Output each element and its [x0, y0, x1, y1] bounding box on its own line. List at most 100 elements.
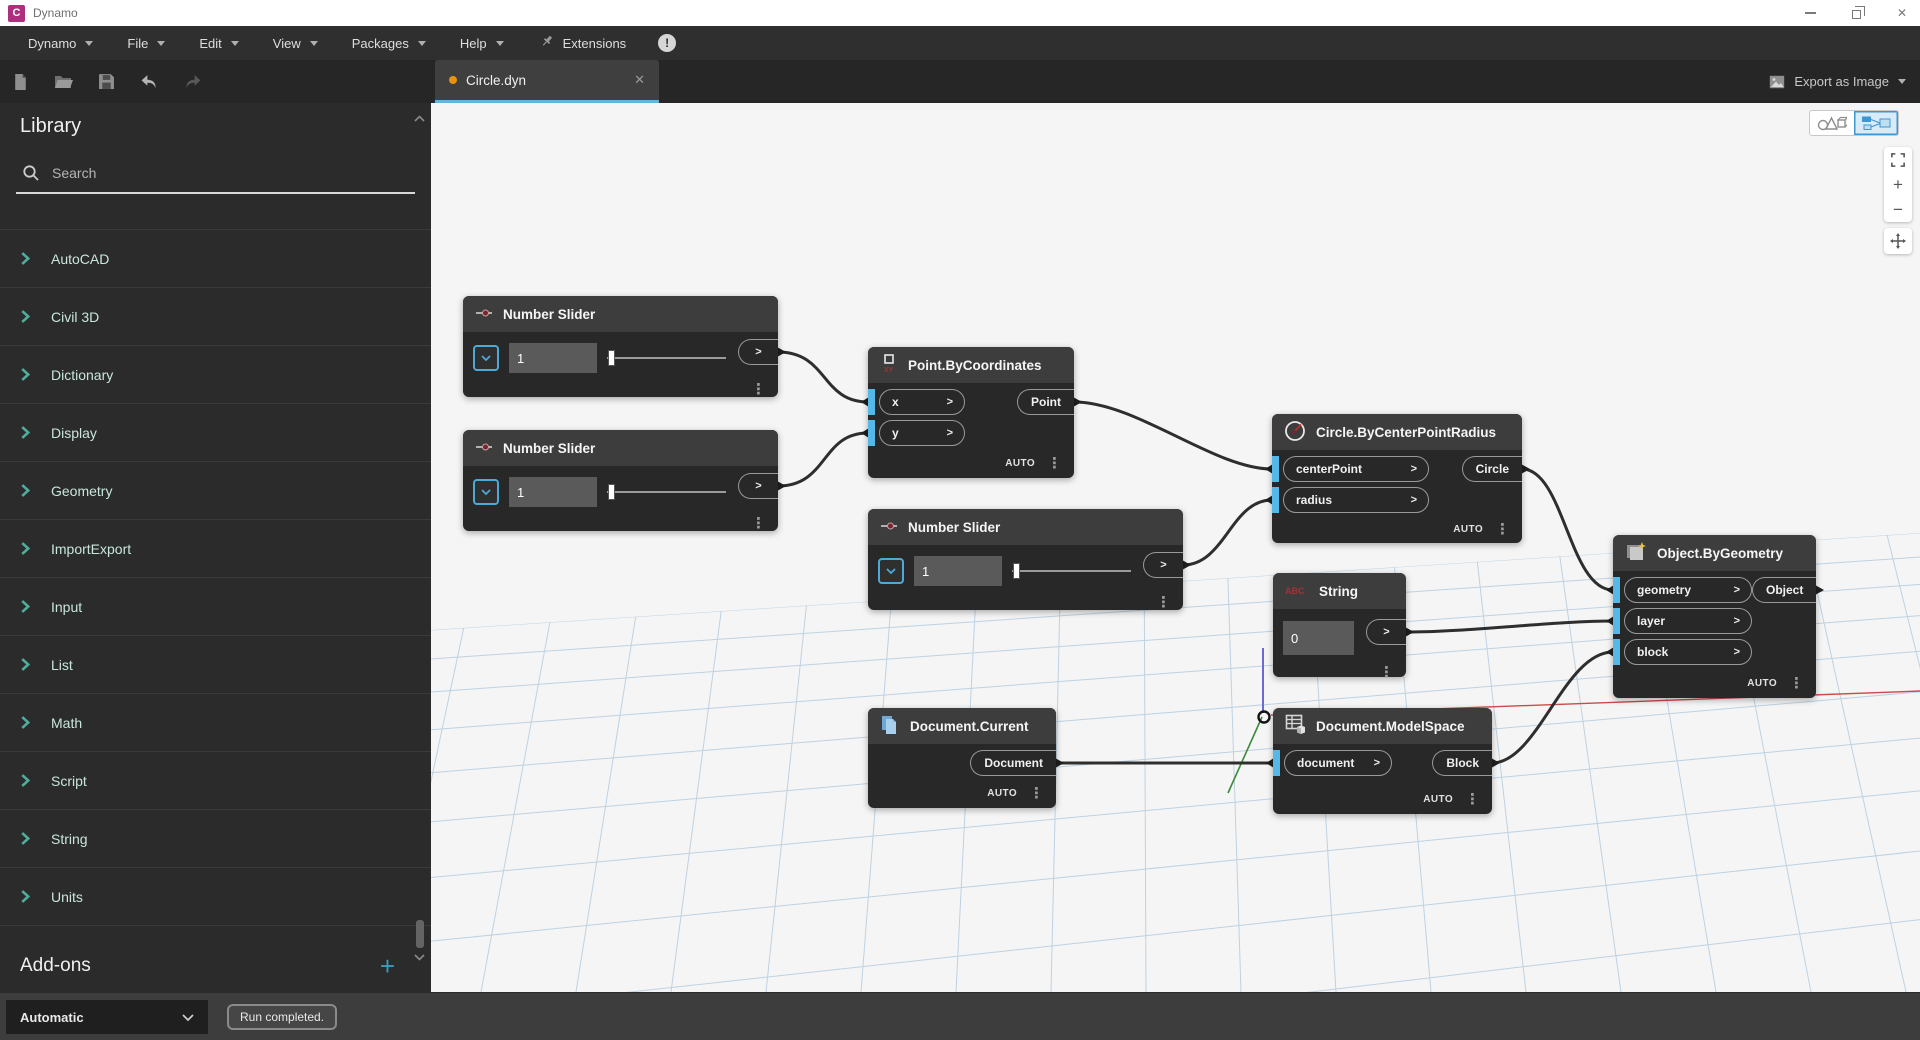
sidebar-item-dictionary[interactable]: Dictionary	[0, 346, 431, 404]
sidebar-item-string[interactable]: String	[0, 810, 431, 868]
node-menu-icon[interactable]: ⋮	[1047, 456, 1062, 471]
sidebar-item-units[interactable]: Units	[0, 868, 431, 926]
slider-type-dropdown[interactable]	[473, 479, 499, 505]
sidebar-item-geometry[interactable]: Geometry	[0, 462, 431, 520]
menu-edit[interactable]: Edit	[187, 26, 260, 60]
input-port-block[interactable]: block>	[1624, 639, 1752, 665]
menu-file[interactable]: File	[115, 26, 187, 60]
new-file-button[interactable]	[10, 72, 30, 92]
input-port-document[interactable]: document>	[1284, 750, 1392, 776]
string-value-input[interactable]: 0	[1283, 621, 1354, 655]
slider-value-input[interactable]: 1	[914, 556, 1002, 586]
add-package-button[interactable]: +	[380, 953, 395, 979]
input-port-centerpoint[interactable]: centerPoint>	[1283, 456, 1429, 482]
redo-button[interactable]	[182, 72, 202, 92]
lacing-label[interactable]: AUTO	[1453, 524, 1483, 535]
input-port-layer[interactable]: layer>	[1624, 608, 1752, 634]
sidebar-item-display[interactable]: Display	[0, 404, 431, 462]
tab-circle-dyn[interactable]: Circle.dyn ✕	[435, 60, 659, 103]
node-menu-icon[interactable]: ⋮	[1465, 792, 1480, 807]
connected-port-marker	[1272, 456, 1279, 482]
output-port-document[interactable]: Document	[970, 750, 1056, 776]
node-number-slider-2[interactable]: Number Slider 1 > ⋮	[463, 430, 778, 531]
lacing-label[interactable]: AUTO	[1005, 458, 1035, 469]
node-document-modelspace[interactable]: Document.ModelSpace document> Block AUTO…	[1273, 708, 1492, 814]
slider-value-input[interactable]: 1	[509, 477, 597, 507]
output-port-point[interactable]: Point	[1017, 389, 1074, 415]
node-circle-bycenterpointradius[interactable]: Circle.ByCenterPointRadius centerPoint> …	[1272, 414, 1522, 543]
undo-button[interactable]	[139, 72, 159, 92]
sidebar-item-civil3d[interactable]: Civil 3D	[0, 288, 431, 346]
node-menu-icon[interactable]: ⋮	[1029, 786, 1044, 801]
node-string[interactable]: ABCString 0 > ⋮	[1273, 573, 1406, 677]
input-port-y[interactable]: y>	[879, 420, 965, 446]
fit-to-screen-button[interactable]	[1884, 147, 1912, 172]
output-port-object[interactable]: Object	[1752, 577, 1816, 603]
menu-packages[interactable]: Packages	[340, 26, 448, 60]
input-port-x[interactable]: x>	[879, 389, 965, 415]
sidebar-item-autocad[interactable]: AutoCAD	[0, 230, 431, 288]
slider-type-dropdown[interactable]	[878, 558, 904, 584]
pan-button[interactable]	[1884, 228, 1912, 254]
node-menu-icon[interactable]: ⋮	[751, 382, 766, 397]
graph-canvas[interactable]: Number Slider 1 > ⋮ Number Slider 1	[431, 103, 1920, 992]
zoom-in-button[interactable]: +	[1884, 172, 1912, 197]
output-port[interactable]: >	[1143, 552, 1183, 578]
notifications-icon[interactable]: !	[658, 34, 676, 52]
sidebar-item-input[interactable]: Input	[0, 578, 431, 636]
output-port-block[interactable]: Block	[1432, 750, 1492, 776]
input-port-geometry[interactable]: geometry>	[1624, 577, 1752, 603]
run-mode-dropdown[interactable]: Automatic	[6, 1000, 208, 1034]
node-document-current[interactable]: Document.Current Document AUTO⋮	[868, 708, 1056, 808]
menu-dynamo[interactable]: Dynamo	[16, 26, 115, 60]
scroll-down-icon[interactable]	[414, 948, 425, 966]
output-port[interactable]: >	[738, 473, 778, 499]
scroll-up-icon[interactable]	[414, 109, 425, 127]
slider-type-dropdown[interactable]	[473, 345, 499, 371]
lacing-label[interactable]: AUTO	[1747, 678, 1777, 689]
slider-track[interactable]	[607, 357, 726, 359]
save-button[interactable]	[96, 72, 116, 92]
slider-handle[interactable]	[1013, 563, 1020, 579]
lacing-label[interactable]: AUTO	[1423, 794, 1453, 805]
sidebar-item-list[interactable]: List	[0, 636, 431, 694]
geometry-view-button[interactable]	[1810, 111, 1854, 135]
slider-value-input[interactable]: 1	[509, 343, 597, 373]
node-menu-icon[interactable]: ⋮	[1495, 522, 1510, 537]
scrollbar-thumb[interactable]	[416, 920, 424, 948]
tab-close-icon[interactable]: ✕	[634, 72, 645, 88]
node-number-slider-1[interactable]: Number Slider 1 > ⋮	[463, 296, 778, 397]
node-point-bycoordinates[interactable]: XYPoint.ByCoordinates x> Point y> AUTO⋮	[868, 347, 1074, 478]
lacing-label[interactable]: AUTO	[987, 788, 1017, 799]
output-port-circle[interactable]: Circle	[1462, 456, 1522, 482]
menu-help[interactable]: Help	[448, 26, 526, 60]
node-object-bygeometry[interactable]: Object.ByGeometry geometry> Object layer…	[1613, 535, 1816, 698]
node-menu-icon[interactable]: ⋮	[1789, 676, 1804, 691]
restore-button[interactable]	[1848, 5, 1864, 21]
open-file-button[interactable]	[53, 72, 73, 92]
sidebar-item-importexport[interactable]: ImportExport	[0, 520, 431, 578]
input-port-radius[interactable]: radius>	[1283, 487, 1429, 513]
menu-extensions[interactable]: Extensions	[526, 26, 641, 60]
slider-handle[interactable]	[608, 350, 615, 366]
library-search[interactable]	[16, 158, 415, 194]
library-scrollbar[interactable]	[413, 107, 427, 968]
close-button[interactable]: ✕	[1894, 5, 1910, 21]
output-port[interactable]: >	[738, 339, 778, 365]
graph-view-button[interactable]	[1854, 111, 1898, 135]
node-menu-icon[interactable]: ⋮	[751, 516, 766, 531]
sidebar-item-math[interactable]: Math	[0, 694, 431, 752]
slider-track[interactable]	[607, 491, 726, 493]
sidebar-item-script[interactable]: Script	[0, 752, 431, 810]
node-menu-icon[interactable]: ⋮	[1156, 595, 1171, 610]
node-number-slider-3[interactable]: Number Slider 1 > ⋮	[868, 509, 1183, 610]
output-port[interactable]: >	[1366, 619, 1406, 645]
slider-track[interactable]	[1012, 570, 1131, 572]
export-as-image-button[interactable]: Export as Image	[1769, 60, 1906, 103]
minimize-button[interactable]	[1802, 5, 1818, 21]
node-menu-icon[interactable]: ⋮	[1379, 665, 1394, 680]
zoom-out-button[interactable]: −	[1884, 197, 1912, 222]
slider-handle[interactable]	[608, 484, 615, 500]
menu-view[interactable]: View	[261, 26, 340, 60]
search-input[interactable]	[52, 165, 352, 181]
